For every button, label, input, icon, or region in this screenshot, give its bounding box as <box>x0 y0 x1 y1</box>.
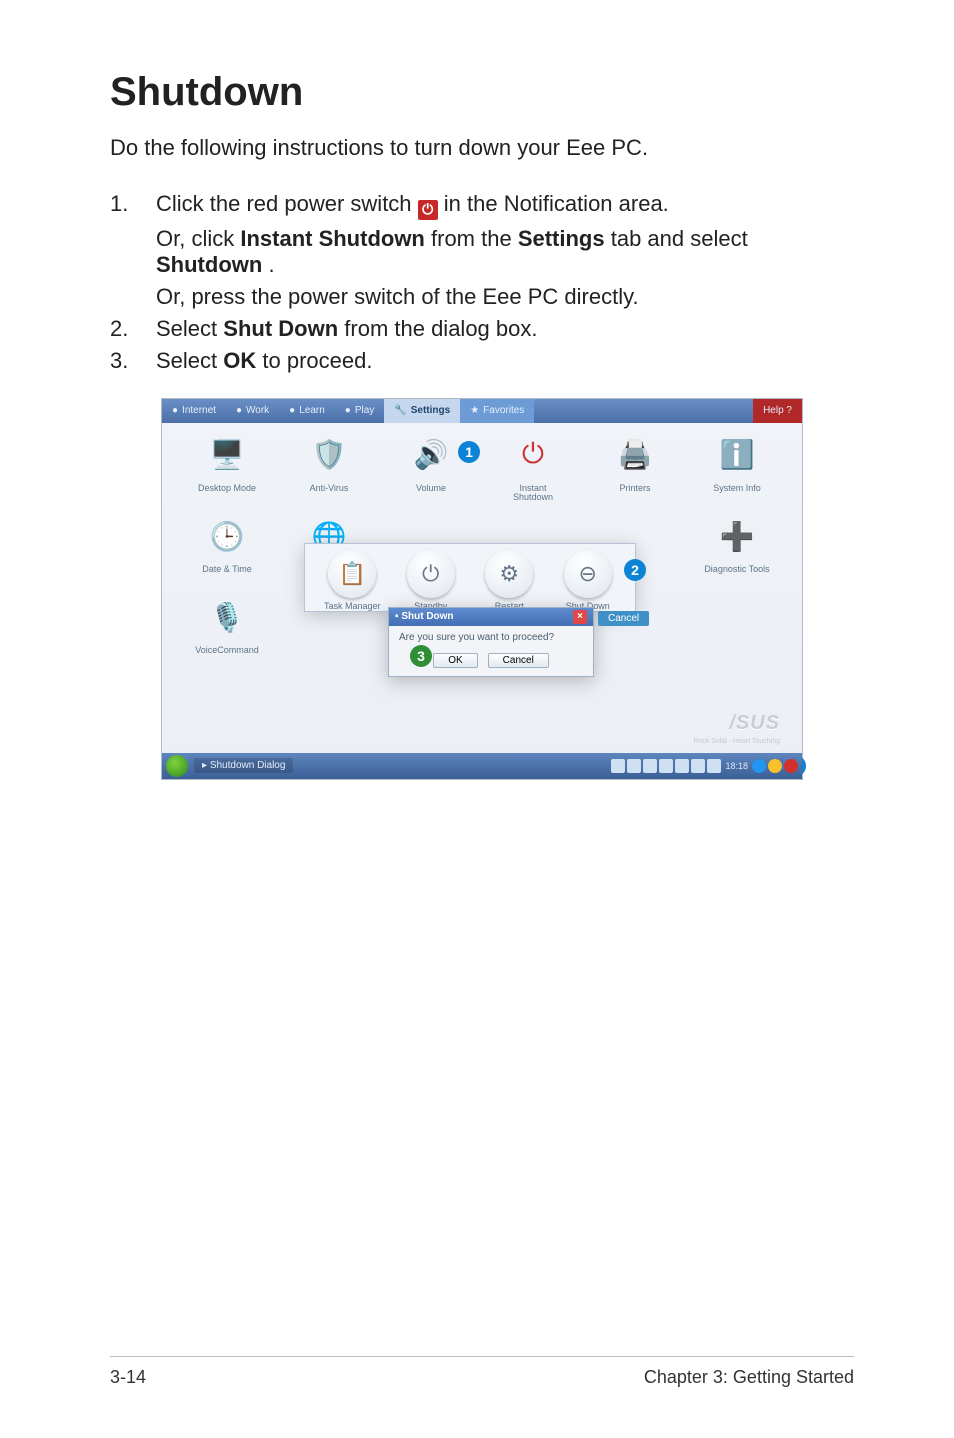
tray-icon[interactable] <box>611 759 625 773</box>
shield-icon: 🛡️ <box>303 429 355 481</box>
taskbar: ▸ Shutdown Dialog 18:18 <box>162 753 802 779</box>
app-system-info[interactable]: ℹ️System Info <box>686 429 788 503</box>
close-icon[interactable]: × <box>573 610 587 624</box>
page-title: Shutdown <box>110 70 854 115</box>
app-voice-command[interactable]: 🎙️VoiceCommand <box>176 591 278 664</box>
tab-play[interactable]: ●Play <box>335 399 385 423</box>
tab-favorites[interactable]: ★Favorites <box>460 399 534 423</box>
callout-badge-1: 1 <box>458 441 480 463</box>
page-footer: 3-14 Chapter 3: Getting Started <box>110 1356 854 1388</box>
standby-icon: ⏻ <box>407 550 455 598</box>
step-3: 3. Select OK to proceed. <box>110 348 854 374</box>
tray-orb-blue[interactable] <box>752 759 766 773</box>
tab-bar: ●Internet ●Work ●Learn ●Play 🔧Settings ★… <box>162 399 802 423</box>
tab-work[interactable]: ●Work <box>226 399 279 423</box>
step-num: 2. <box>110 316 156 342</box>
tray-icon[interactable] <box>643 759 657 773</box>
brand-tagline: Rock Solid · Heart Touching <box>693 738 780 745</box>
power-switch-icon: ⏻ <box>418 200 438 220</box>
plus-icon: ➕ <box>711 510 763 562</box>
brand-logo: /SUS <box>729 712 780 735</box>
tray-clock: 18:18 <box>725 761 748 771</box>
app-date-time[interactable]: 🕒Date & Time <box>176 510 278 583</box>
step-num: 3. <box>110 348 156 374</box>
app-desktop-mode[interactable]: 🖥️Desktop Mode <box>176 429 278 503</box>
screenshot: ●Internet ●Work ●Learn ●Play 🔧Settings ★… <box>161 398 803 780</box>
step-text: in the Notification area. <box>444 191 669 216</box>
tab-learn[interactable]: ●Learn <box>279 399 335 423</box>
step-list: 1. Click the red power switch ⏻ in the N… <box>110 191 854 380</box>
step-text: Click the red power switch <box>156 191 418 216</box>
restart-icon: ⚙ <box>485 550 533 598</box>
app-volume[interactable]: 🔊Volume <box>380 429 482 503</box>
step-subtext: Or, press the power switch of the Eee PC… <box>156 284 854 310</box>
step-1: 1. Click the red power switch ⏻ in the N… <box>110 191 854 310</box>
tab-settings[interactable]: 🔧Settings <box>384 399 460 423</box>
step-2: 2. Select Shut Down from the dialog box. <box>110 316 854 342</box>
opt-standby[interactable]: ⏻Standby <box>392 550 471 611</box>
tray-icon[interactable] <box>707 759 721 773</box>
opt-restart[interactable]: ⚙Restart <box>470 550 549 611</box>
dialog-title: Shut Down <box>401 611 453 622</box>
tray-power-icon[interactable] <box>784 759 798 773</box>
tab-internet[interactable]: ●Internet <box>162 399 226 423</box>
volume-icon: 🔊 <box>405 429 457 481</box>
opt-shut-down[interactable]: ⊖Shut Down <box>549 550 628 611</box>
opt-task-manager[interactable]: 📋Task Manager <box>313 550 392 611</box>
ok-button[interactable]: OK <box>433 653 477 668</box>
printer-icon: 🖨️ <box>609 429 661 481</box>
task-manager-icon: 📋 <box>328 550 376 598</box>
shut-down-icon: ⊖ <box>564 550 612 598</box>
app-instant-shutdown[interactable]: ⏻Instant Shutdown <box>482 429 584 503</box>
tray-orb-yellow[interactable] <box>768 759 782 773</box>
tray-icon[interactable] <box>627 759 641 773</box>
chapter-label: Chapter 3: Getting Started <box>644 1367 854 1388</box>
intro-text: Do the following instructions to turn do… <box>110 135 854 161</box>
app-printers[interactable]: 🖨️Printers <box>584 429 686 503</box>
clock-icon: 🕒 <box>201 510 253 562</box>
start-button[interactable] <box>166 755 188 777</box>
tray-icon[interactable] <box>675 759 689 773</box>
dialog-bullet-icon: ▪ <box>395 611 399 622</box>
help-button[interactable]: Help ? <box>753 399 802 423</box>
page-number: 3-14 <box>110 1367 146 1388</box>
step-num: 1. <box>110 191 156 310</box>
cancel-popup[interactable]: Cancel <box>598 611 649 626</box>
shutdown-icon: ⏻ <box>507 429 559 481</box>
system-tray: 18:18 <box>611 759 802 773</box>
callout-badge-3: 3 <box>410 645 432 667</box>
mic-icon: 🎙️ <box>201 591 253 643</box>
info-icon: ℹ️ <box>711 429 763 481</box>
tray-icon[interactable] <box>659 759 673 773</box>
cancel-button[interactable]: Cancel <box>488 653 549 668</box>
desktop-icon: 🖥️ <box>201 429 253 481</box>
callout-badge-2: 2 <box>624 559 646 581</box>
taskbar-item[interactable]: ▸ Shutdown Dialog <box>194 758 293 773</box>
tray-icon[interactable] <box>691 759 705 773</box>
power-manager-dialog: 📋Task Manager ⏻Standby ⚙Restart ⊖Shut Do… <box>304 543 636 612</box>
app-diagnostic-tools[interactable]: ➕Diagnostic Tools <box>686 510 788 583</box>
app-anti-virus[interactable]: 🛡️Anti-Virus <box>278 429 380 503</box>
